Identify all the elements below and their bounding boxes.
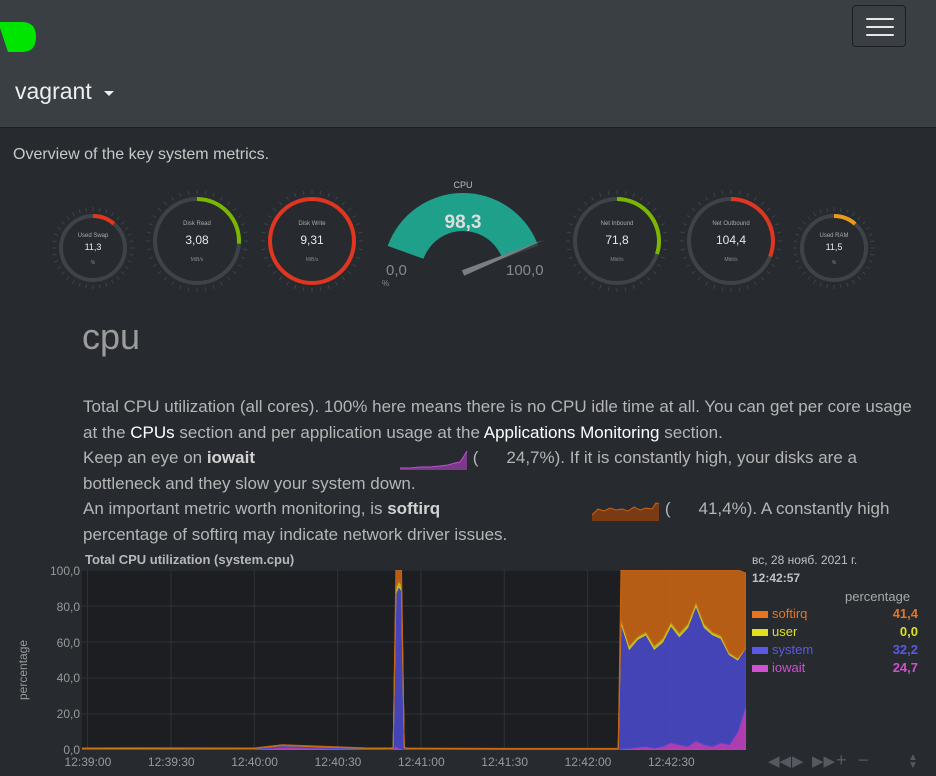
iowait-value: 24,7% (506, 448, 555, 467)
legend-series-value: 0,0 (899, 624, 918, 639)
legend-series-value: 32,2 (892, 642, 918, 657)
x-tick-label: 12:39:00 (64, 755, 112, 769)
gauge-unit: Mbit/s (724, 256, 738, 263)
legend-series-name: iowait (772, 660, 806, 675)
section-title: cpu (82, 316, 141, 357)
legend-series-name: user (772, 624, 798, 639)
cpu-gauge[interactable]: CPU 98,3 0,0 100,0 % (378, 178, 558, 288)
desc-text: section. (659, 422, 723, 442)
resize-icon[interactable]: ▲ ▼ (908, 753, 918, 771)
legend-units: percentage (845, 589, 911, 604)
y-axis-label: percentage (16, 639, 30, 700)
gauge-used-ram[interactable]: Used RAM 11,5% (791, 205, 877, 291)
cpu-gauge-min: 0,0 (386, 262, 407, 279)
iowait-label: iowait (206, 448, 255, 467)
legend-item-iowait[interactable]: iowait 24,7 (752, 660, 918, 678)
x-tick-label: 12:40:30 (314, 755, 362, 769)
cpu-gauge-max: 100,0 (506, 262, 544, 279)
gauge-value: 71,8 (605, 233, 629, 247)
y-tick-label: 60,0 (56, 635, 80, 650)
softirq-sparkline[interactable] (592, 499, 660, 521)
legend-series-value: 41,4 (892, 606, 918, 621)
x-tick-label: 12:41:30 (481, 755, 528, 769)
cpu-chart[interactable] (82, 570, 746, 750)
gauge-label: Disk Read (183, 220, 211, 227)
hamburger-bar-icon (866, 26, 894, 28)
cpu-gauge-value: 98,3 (444, 212, 482, 233)
legend-item-system[interactable]: system 32,2 (752, 642, 918, 660)
gauge-disk-read[interactable]: Disk Read 3,08 MiB/s (144, 188, 250, 294)
legend-series-name: system (772, 642, 814, 657)
gauge-disk-write[interactable]: Disk Write 9,31 MiB/s (259, 188, 365, 294)
rewind-icon[interactable]: ◀◀ (768, 752, 791, 770)
y-tick-label: 100,0 (49, 564, 80, 578)
page-subtitle: Overview of the key system metrics. (13, 146, 270, 163)
y-tick-label: 80,0 (56, 599, 80, 614)
gauge-label: Disk Write (298, 220, 326, 227)
legend-swatch (752, 665, 768, 672)
gauge-unit: % (90, 260, 96, 267)
iowait-sparkline[interactable] (400, 448, 468, 470)
gauge-used-swap[interactable]: Used Swap 11,3% (50, 205, 136, 291)
legend-series-value: 24,7 (892, 660, 918, 675)
gauge-net-outbound[interactable]: Net Outbound 104,4 Mbit/s (678, 188, 784, 294)
menu-toggle-button[interactable] (852, 5, 906, 47)
x-tick-label: 12:41:00 (397, 755, 445, 769)
hamburger-bar-icon (866, 18, 894, 20)
caret-down-icon[interactable] (104, 91, 114, 96)
legend-swatch (752, 647, 768, 654)
y-tick-label: 20,0 (56, 707, 80, 722)
paren: ( (472, 448, 479, 467)
x-tick-label: 12:42:00 (564, 755, 612, 769)
cpu-gauge-title: CPU (453, 180, 473, 190)
legend-date: вс, 28 нояб. 2021 г. (752, 553, 858, 567)
gauge-label: Net Inbound (600, 220, 634, 227)
legend-series-name: softirq (772, 606, 808, 621)
legend-time: 12:42:57 (752, 571, 801, 585)
gauge-value: 11,5 (825, 242, 843, 252)
gauge-value: 9,31 (300, 233, 324, 247)
x-tick-label: 12:42:30 (647, 755, 695, 769)
gauge-value: 104,4 (715, 233, 747, 247)
host-dropdown[interactable]: vagrant (15, 78, 92, 105)
desc-text: An important metric worth monitoring, is (83, 499, 388, 518)
gauge-unit: Mbit/s (610, 256, 624, 263)
legend-item-softirq[interactable]: softirq 41,4 (752, 606, 918, 624)
gauge-label: Used RAM (819, 232, 849, 239)
x-tick-label: 12:39:30 (147, 755, 195, 769)
desc-text: Keep an eye on (83, 448, 207, 467)
desc-text: section and per application usage at the (174, 422, 484, 442)
legend-swatch (752, 629, 768, 636)
hamburger-bar-icon (866, 34, 894, 36)
cpu-gauge-unit: % (382, 279, 390, 288)
chart-toolbar: ◀◀ ▶ ▶▶ + − ▲ ▼ (766, 750, 926, 772)
gauge-unit: MiB/s (190, 256, 204, 263)
gauge-net-inbound[interactable]: Net Inbound 71,8 Mbit/s (564, 188, 670, 294)
gauge-value: 11,3 (84, 242, 102, 252)
netdata-logo-icon[interactable] (0, 20, 36, 54)
softirq-label: softirq (387, 499, 441, 518)
gauge-unit: MiB/s (305, 256, 319, 263)
legend-item-user[interactable]: user 0,0 (752, 624, 918, 642)
play-icon[interactable]: ▶ (792, 752, 804, 770)
x-tick-label: 12:40:00 (231, 755, 278, 769)
fast-forward-icon[interactable]: ▶▶ (812, 752, 835, 770)
gauge-label: Net Outbound (712, 220, 750, 227)
gauge-label: Used Swap (77, 232, 109, 239)
paren: ( (664, 499, 671, 518)
zoom-in-icon[interactable]: + (836, 750, 847, 771)
chart-title: Total CPU utilization (system.cpu) (85, 552, 295, 567)
cpus-link[interactable]: CPUs (130, 423, 174, 442)
legend-swatch (752, 611, 768, 618)
zoom-out-icon[interactable]: − (858, 750, 869, 771)
gauge-unit: % (831, 260, 837, 267)
section-description: Total CPU utilization (all cores). 100% … (83, 394, 913, 547)
applications-monitoring-link[interactable]: Applications Monitoring (484, 423, 660, 442)
y-tick-label: 40,0 (56, 671, 80, 686)
softirq-value: 41,4% (698, 499, 747, 518)
gauge-value: 3,08 (185, 233, 209, 247)
navbar: vagrant (0, 0, 936, 128)
